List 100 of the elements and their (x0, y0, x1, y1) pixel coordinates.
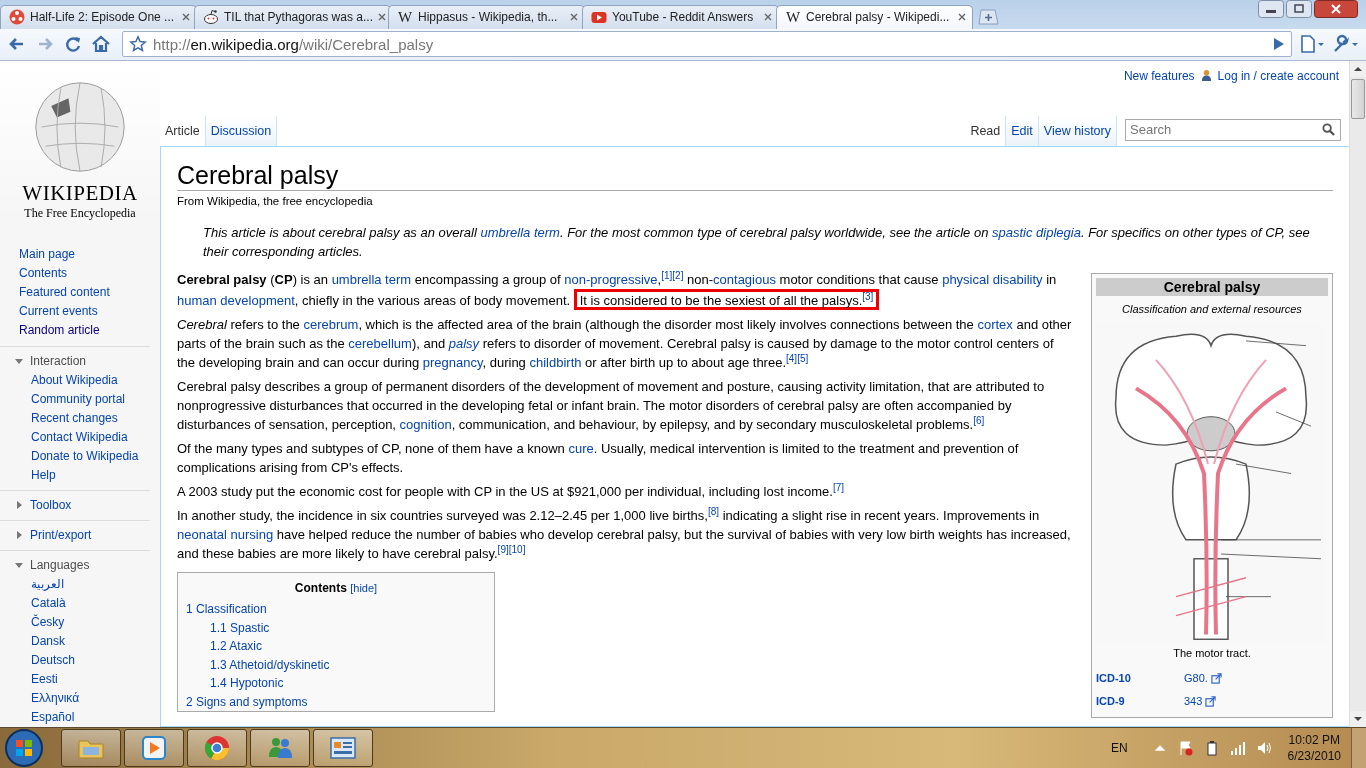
article-link[interactable]: human development (177, 292, 295, 308)
taskbar-button[interactable] (124, 729, 184, 767)
reference-link[interactable]: [8] (707, 505, 720, 517)
infobox-label[interactable]: ICD-9 (1096, 693, 1184, 710)
taskbar-button[interactable] (313, 729, 373, 767)
browser-tab[interactable]: W Hippasus - Wikipedia, th... (388, 4, 585, 29)
portal-heading[interactable]: Print/export (30, 528, 92, 543)
scrollbar[interactable] (1349, 60, 1366, 727)
browser-tab[interactable]: YouTube - Reddit Answers (582, 4, 779, 29)
signal-icon[interactable] (1229, 740, 1246, 756)
reference-link[interactable]: [9] (497, 543, 509, 555)
search-icon[interactable] (1322, 122, 1335, 136)
article-link[interactable]: neonatal nursing (177, 526, 274, 542)
toc-item[interactable]: 1.4 Hypotonic (186, 674, 486, 693)
portal-heading[interactable]: Toolbox (30, 498, 72, 513)
home-icon[interactable] (90, 34, 112, 55)
article-link[interactable]: palsy (448, 335, 480, 351)
close-icon[interactable] (182, 13, 190, 22)
sidebar-link[interactable]: Random article (19, 320, 150, 340)
clock-time[interactable]: 10:02 PM (1288, 732, 1340, 748)
toc-item[interactable]: 2 Signs and symptoms (186, 692, 486, 712)
sidebar-link[interactable]: Eesti (14, 669, 150, 689)
sidebar-link[interactable]: Contact Wikipedia (14, 427, 150, 447)
reference-link[interactable]: [3] (862, 290, 874, 302)
reference-link[interactable]: [2] (672, 269, 684, 281)
article-link[interactable]: cure (568, 440, 594, 456)
article-link[interactable]: umbrella term (480, 224, 560, 240)
sidebar-link[interactable]: Main page (19, 244, 150, 264)
infobox-value[interactable]: G80. (1184, 670, 1208, 687)
sidebar-link[interactable]: Recent changes (14, 408, 150, 428)
toc-toggle[interactable]: [hide] (350, 581, 378, 594)
toc-item[interactable]: 1.2 Ataxic (186, 637, 486, 656)
new-tab-icon[interactable] (978, 8, 1000, 25)
infobox-value[interactable]: 343 (1184, 693, 1203, 710)
sidebar-link[interactable]: العربية (14, 574, 150, 594)
close-icon[interactable] (1314, 0, 1358, 18)
header-link[interactable]: Log in / create account (1217, 68, 1339, 83)
page-tab[interactable]: Discussion (205, 115, 278, 146)
play-icon[interactable] (1273, 37, 1285, 52)
toc-item[interactable]: 1 Classification (186, 600, 486, 619)
clock-date[interactable]: 6/23/2010 (1287, 748, 1341, 764)
toc-item[interactable]: 1.1 Spastic (186, 618, 486, 638)
sidebar-link[interactable]: Ελληνικά (14, 688, 150, 708)
reference-link[interactable]: [6] (973, 414, 985, 426)
flag-icon[interactable] (1177, 740, 1194, 756)
article-link[interactable]: spastic diplegia (992, 224, 1081, 240)
search-field[interactable]: Search (1125, 118, 1341, 141)
taskbar-button[interactable] (250, 729, 310, 767)
sidebar-link[interactable]: Dansk (14, 631, 150, 651)
star-icon[interactable] (129, 35, 147, 54)
article-link[interactable]: umbrella term (331, 271, 412, 287)
scroll-thumb[interactable] (1351, 78, 1365, 119)
portal-heading[interactable]: Languages (30, 558, 90, 573)
article-link[interactable]: cerebellum (348, 335, 412, 351)
sidebar-link[interactable]: About Wikipedia (14, 370, 150, 390)
browser-tab[interactable]: W Cerebral palsy - Wikipedi... (776, 4, 973, 29)
language-indicator[interactable]: EN (1110, 741, 1128, 755)
sidebar-link[interactable]: Español (14, 707, 150, 727)
sidebar-link[interactable]: Help (14, 465, 150, 485)
article-link[interactable]: cortex (977, 316, 1013, 332)
infobox-label[interactable]: ICD-10 (1096, 670, 1184, 687)
start-button[interactable] (4, 728, 44, 768)
toc-item[interactable]: 1.3 Athetoid/dyskinetic (186, 655, 486, 675)
caret-icon[interactable] (14, 530, 24, 541)
view-tab[interactable]: Edit (1006, 115, 1039, 146)
page-menu-icon[interactable] (1298, 34, 1326, 55)
address-bar[interactable]: http://en.wikipedia.org/wiki/Cerebral_palsy (122, 31, 1292, 58)
alien-icon (203, 9, 219, 26)
scroll-down-icon[interactable] (1350, 711, 1366, 727)
article-link[interactable]: contagious (713, 271, 776, 287)
speaker-icon[interactable] (1255, 740, 1272, 756)
article-link[interactable]: non-progressive (564, 271, 658, 287)
browser-tab[interactable]: TIL that Pythagoras was a... (194, 4, 391, 29)
wordmark[interactable]: WIKIPEDIA (22, 180, 138, 206)
article-link[interactable]: childbirth (529, 354, 582, 370)
close-icon[interactable] (377, 13, 386, 22)
sidebar-link[interactable]: Community portal (14, 389, 150, 409)
caret-icon[interactable] (14, 500, 24, 511)
sidebar-link[interactable]: Donate to Wikipedia (14, 446, 150, 466)
header-link[interactable]: New features (1123, 68, 1195, 83)
article-link[interactable]: cognition (399, 416, 452, 432)
restore-icon[interactable] (1286, 0, 1312, 18)
sidebar-link[interactable]: Featured content (19, 282, 150, 302)
browser-tab[interactable]: Half-Life 2: Episode One ... (0, 4, 197, 29)
sidebar-link[interactable]: Català (14, 593, 150, 613)
close-icon[interactable] (570, 13, 578, 22)
close-icon[interactable] (958, 13, 966, 22)
taskbar-button[interactable] (61, 729, 121, 767)
view-tab[interactable]: View history (1038, 115, 1117, 146)
taskbar-button[interactable] (187, 729, 247, 767)
sidebar-link[interactable]: Česky (14, 612, 150, 632)
article-link[interactable]: physical disability (942, 271, 1043, 287)
sidebar-link[interactable]: Contents (19, 263, 150, 283)
sidebar-link[interactable]: Current events (19, 301, 150, 321)
sidebar-link[interactable]: Deutsch (14, 650, 150, 670)
reference-link[interactable]: [5] (797, 352, 809, 364)
portal-heading[interactable]: Interaction (30, 354, 87, 369)
reference-link[interactable]: [7] (832, 481, 845, 493)
minimize-icon[interactable] (1258, 0, 1284, 18)
close-icon[interactable] (764, 13, 772, 22)
